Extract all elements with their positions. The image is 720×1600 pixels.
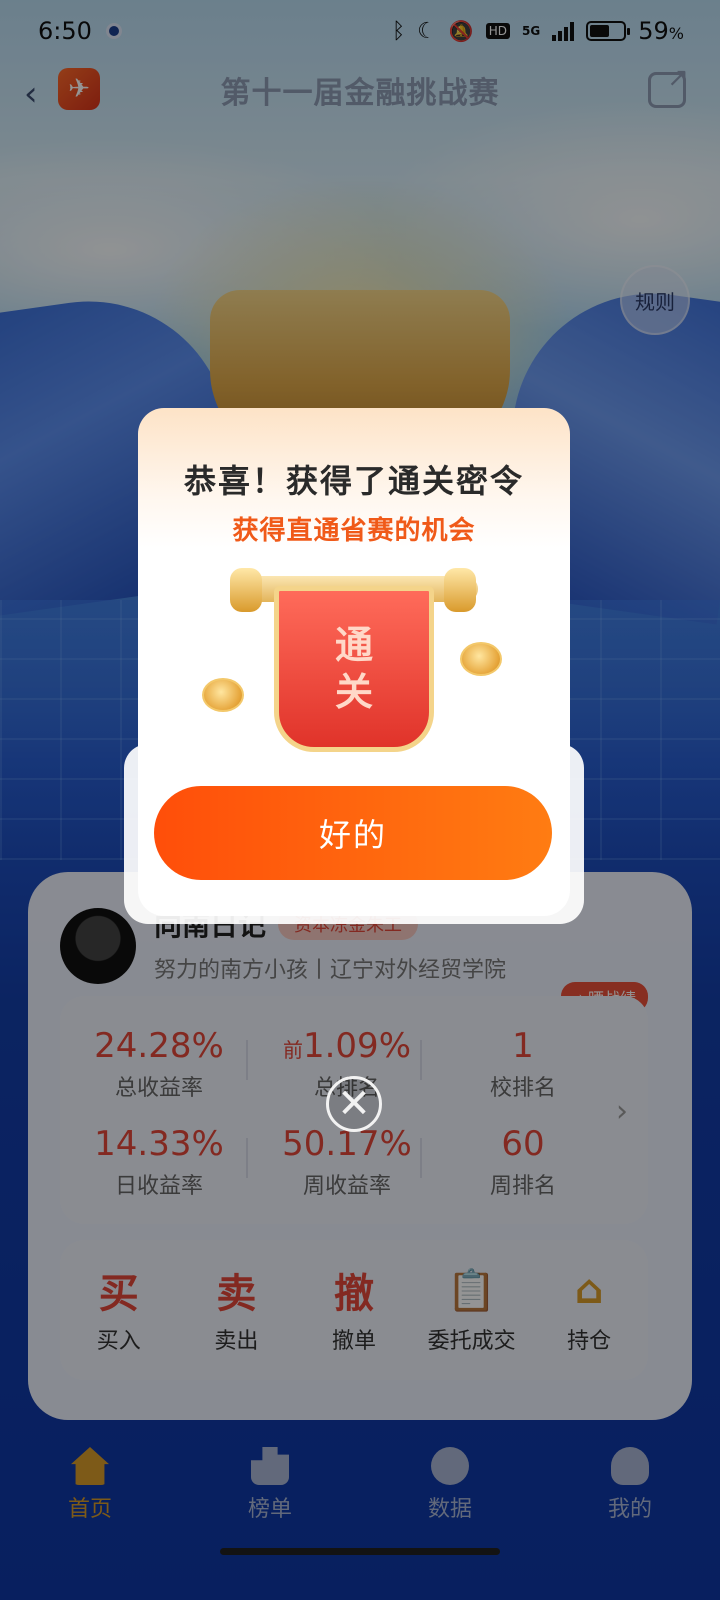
scroll-body: 通 关 bbox=[274, 586, 434, 752]
scroll-cap-right bbox=[444, 568, 476, 612]
reward-dialog: 恭喜！获得了通关密令 获得直通省赛的机会 通 关 好的 bbox=[138, 408, 570, 916]
dialog-subtitle: 获得直通省赛的机会 bbox=[232, 516, 476, 546]
ok-button[interactable]: 好的 bbox=[154, 786, 552, 880]
coin-icon bbox=[202, 678, 244, 712]
pass-scroll-image: 通 关 bbox=[202, 568, 502, 758]
close-icon[interactable]: ✕ bbox=[326, 1076, 382, 1132]
scroll-text-1: 通 bbox=[334, 622, 373, 667]
dialog-title: 恭喜！获得了通关密令 bbox=[183, 462, 524, 500]
scroll-cap-left bbox=[230, 568, 262, 612]
coin-icon bbox=[460, 642, 502, 676]
scroll-text-2: 关 bbox=[334, 670, 373, 714]
